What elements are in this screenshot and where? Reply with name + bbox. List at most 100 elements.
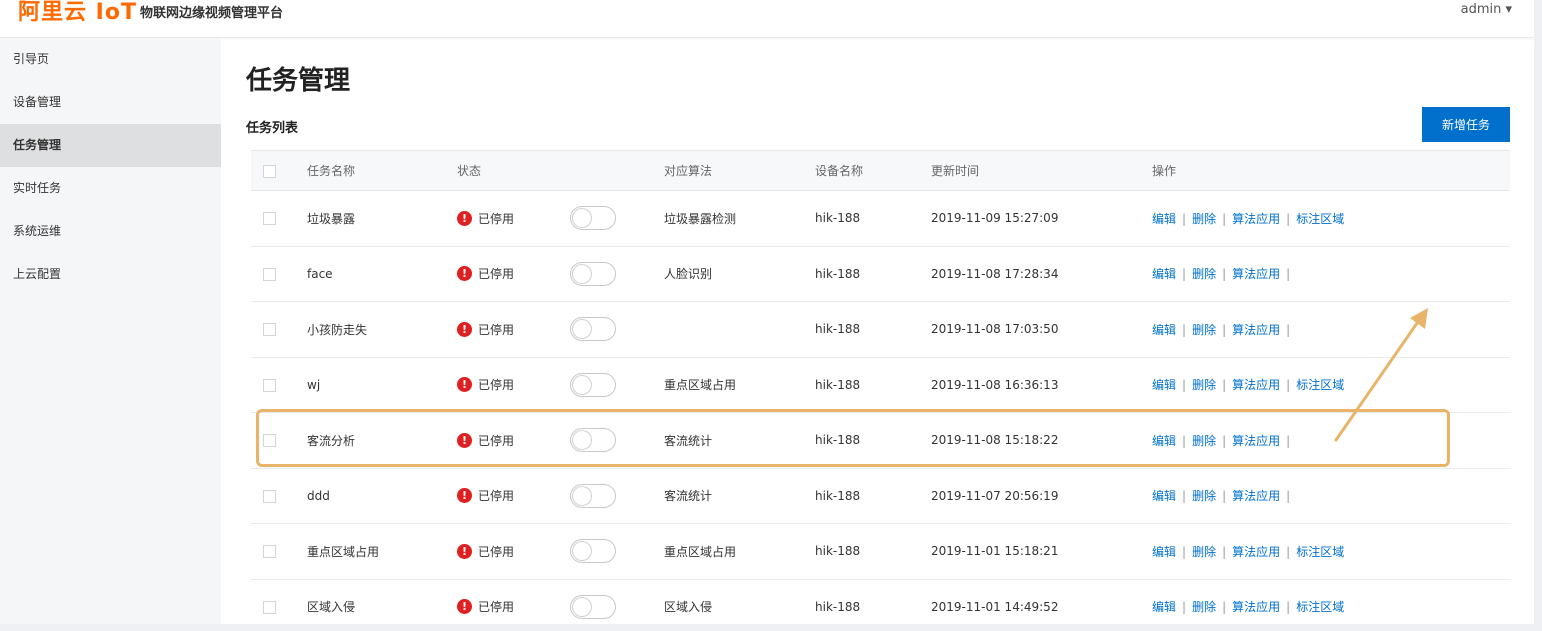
row-checkbox[interactable] (263, 545, 276, 559)
action-link[interactable]: 删除 (1192, 212, 1216, 226)
table-row: ddd! 已停用 客流统计 hik-188 2019-11-07 20:56:19 编辑 |… (251, 468, 1510, 524)
separator: | (1182, 600, 1187, 615)
algorithm (664, 302, 815, 358)
updated-time: 2019-11-08 17:28:34 (931, 266, 1059, 281)
sidebar-item-cloud-config[interactable]: 上云配置 (0, 253, 221, 296)
toggle-knob (573, 209, 591, 228)
enable-toggle[interactable] (570, 539, 616, 564)
action-link[interactable]: 编辑 (1152, 489, 1176, 503)
sidebar-item-realtime[interactable]: 实时任务 (0, 167, 221, 210)
action-link[interactable]: 删除 (1192, 323, 1216, 337)
top-bar: 阿里云 IoT 物联网边缘视频管理平台 admin ▾ (0, 0, 1534, 38)
separator: | (1286, 600, 1291, 615)
separator: | (1222, 544, 1227, 559)
status-text: 已停用 (478, 267, 515, 282)
separator: | (1286, 544, 1291, 559)
action-link[interactable]: 算法应用 (1232, 212, 1280, 226)
toggle-knob (573, 431, 591, 450)
enable-toggle[interactable] (570, 483, 616, 508)
action-link[interactable]: 编辑 (1152, 545, 1176, 559)
action-link[interactable]: 删除 (1192, 600, 1216, 614)
algorithm: 区域入侵 (664, 600, 713, 615)
status-text: 已停用 (478, 544, 515, 559)
row-checkbox[interactable] (263, 489, 276, 503)
action-link[interactable]: 编辑 (1152, 600, 1176, 614)
updated-time: 2019-11-07 20:56:19 (931, 488, 1059, 503)
toggle-knob (573, 597, 591, 616)
action-link[interactable]: 算法应用 (1232, 489, 1280, 503)
action-link[interactable]: 算法应用 (1232, 600, 1280, 614)
sidebar-item-devices[interactable]: 设备管理 (0, 81, 221, 124)
row-checkbox[interactable] (263, 378, 276, 392)
algorithm: 重点区域占用 (664, 544, 737, 559)
action-link[interactable]: 标注区域 (1296, 600, 1344, 614)
error-icon: ! (457, 321, 472, 337)
action-link[interactable]: 标注区域 (1296, 378, 1344, 392)
row-checkbox[interactable] (263, 600, 276, 614)
enable-toggle[interactable] (570, 206, 616, 231)
action-link[interactable]: 算法应用 (1232, 323, 1280, 337)
action-link[interactable]: 删除 (1192, 267, 1216, 281)
sidebar-item-ops[interactable]: 系统运维 (0, 210, 221, 253)
table-row: 重点区域占用! 已停用 重点区域占用 hik-188 2019-11-01 15:18:… (251, 524, 1510, 579)
error-icon: ! (457, 266, 472, 282)
header-status: 状态 (457, 150, 570, 191)
row-actions: 编辑 | 删除 | 算法应用 | 标注区域 (1152, 357, 1510, 413)
sidebar-item-guide[interactable]: 引导页 (0, 38, 221, 81)
separator: | (1222, 267, 1227, 282)
platform-title: 物联网边缘视频管理平台 (140, 6, 284, 21)
action-link[interactable]: 删除 (1192, 489, 1216, 503)
row-checkbox[interactable] (263, 267, 276, 281)
row-actions: 编辑 | 删除 | 算法应用 | 标注区域 (1152, 191, 1510, 247)
device-name: hik-188 (815, 377, 861, 392)
action-link[interactable]: 标注区域 (1296, 212, 1344, 226)
task-name: wj (307, 377, 321, 392)
separator: | (1182, 433, 1187, 448)
toggle-knob (573, 542, 591, 561)
separator: | (1222, 211, 1227, 226)
table-row: face! 已停用 人脸识别 hik-188 2019-11-08 17:28:34 编辑… (251, 246, 1510, 302)
action-link[interactable]: 标注区域 (1296, 545, 1344, 559)
toggle-knob (573, 375, 591, 394)
sidebar-item-tasks[interactable]: 任务管理 (0, 124, 221, 167)
row-checkbox[interactable] (263, 323, 276, 337)
row-checkbox[interactable] (263, 212, 276, 226)
action-link[interactable]: 删除 (1192, 434, 1216, 448)
section-title: 任务列表 (246, 121, 299, 136)
enable-toggle[interactable] (570, 428, 616, 453)
action-link[interactable]: 算法应用 (1232, 267, 1280, 281)
device-name: hik-188 (815, 488, 861, 503)
updated-time: 2019-11-08 16:36:13 (931, 377, 1059, 392)
action-link[interactable]: 编辑 (1152, 267, 1176, 281)
separator: | (1222, 433, 1227, 448)
action-link[interactable]: 删除 (1192, 545, 1216, 559)
action-link[interactable]: 算法应用 (1232, 378, 1280, 392)
action-link[interactable]: 编辑 (1152, 212, 1176, 226)
error-icon: ! (457, 599, 472, 615)
user-menu[interactable]: admin ▾ (1461, 2, 1512, 17)
enable-toggle[interactable] (570, 594, 616, 619)
updated-time: 2019-11-08 15:18:22 (931, 433, 1059, 448)
algorithm: 人脸识别 (664, 267, 713, 282)
action-link[interactable]: 算法应用 (1232, 434, 1280, 448)
select-all-checkbox[interactable] (263, 164, 276, 178)
enable-toggle[interactable] (570, 317, 616, 342)
device-name: hik-188 (815, 266, 861, 281)
enable-toggle[interactable] (570, 372, 616, 397)
enable-toggle[interactable] (570, 261, 616, 286)
updated-time: 2019-11-09 15:27:09 (931, 211, 1059, 226)
action-link[interactable]: 编辑 (1152, 323, 1176, 337)
row-checkbox[interactable] (263, 434, 276, 448)
action-link[interactable]: 算法应用 (1232, 545, 1280, 559)
add-task-button[interactable]: 新增任务 (1422, 107, 1510, 142)
updated-time: 2019-11-01 15:18:21 (931, 544, 1059, 559)
task-name: 垃圾暴露 (307, 211, 356, 226)
action-link[interactable]: 编辑 (1152, 434, 1176, 448)
action-link[interactable]: 删除 (1192, 378, 1216, 392)
updated-time: 2019-11-08 17:03:50 (931, 322, 1059, 337)
table-row: wj! 已停用 重点区域占用 hik-188 2019-11-08 16:36:13 编辑… (251, 357, 1510, 413)
separator: | (1182, 322, 1187, 337)
device-name: hik-188 (815, 322, 861, 337)
action-link[interactable]: 编辑 (1152, 378, 1176, 392)
toggle-knob (573, 320, 591, 339)
